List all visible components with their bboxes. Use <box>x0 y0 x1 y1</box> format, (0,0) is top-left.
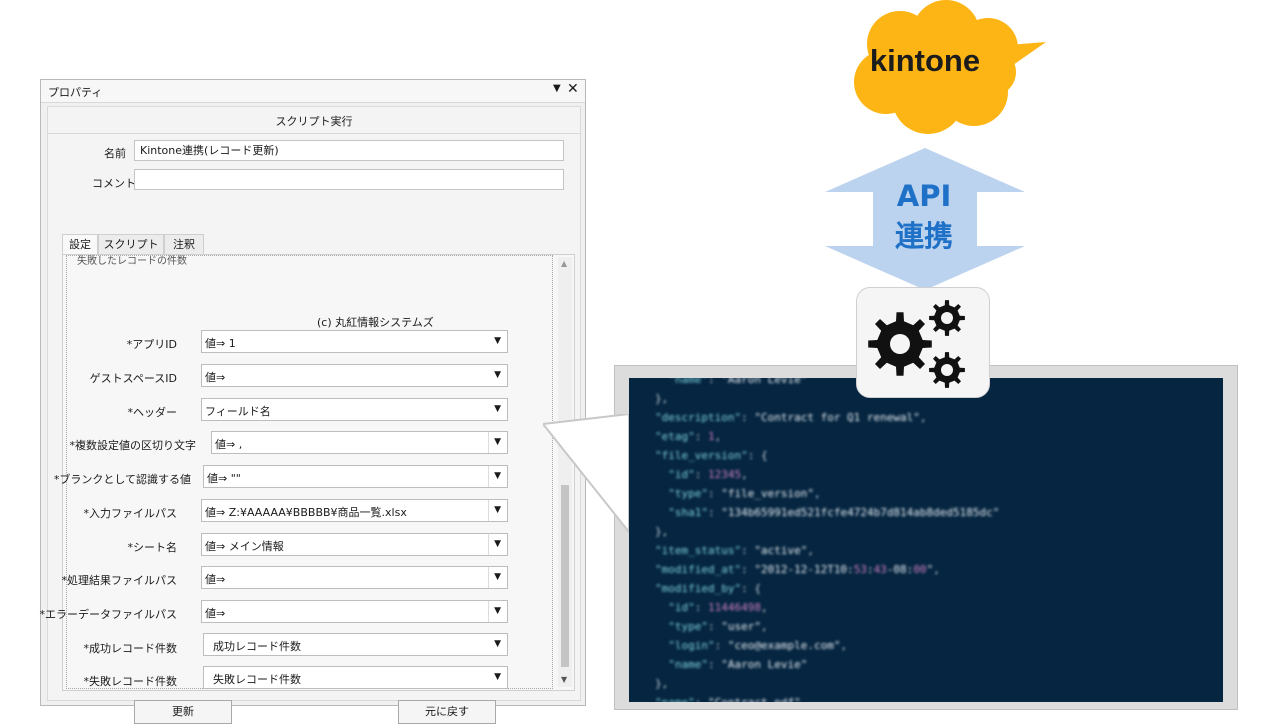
scroll-up-icon[interactable]: ▲ <box>561 259 567 268</box>
param-sheet-name-select[interactable]: 値⇒ メイン情報 ▼ <box>201 533 508 556</box>
chevron-down-icon: ▼ <box>494 336 501 346</box>
gears-icon <box>868 300 965 388</box>
code-lines: "name": "Aaron Levie" }, "description": … <box>655 378 1000 702</box>
title-bar: プロパティ ▼ ✕ <box>41 80 585 103</box>
param-label-failure-count: *失敗レコード件数 <box>83 675 178 688</box>
gear-hole <box>890 334 910 354</box>
comment-field[interactable] <box>134 169 564 190</box>
parameter-group: 失敗したレコードの件数 (c) 丸紅情報システムズ *アプリID 値⇒ 1 ▼ … <box>40 255 553 689</box>
section-title: スクリプト実行 <box>275 115 353 128</box>
update-button[interactable]: 更新 <box>134 700 232 724</box>
chevron-down-icon: ▼ <box>494 539 501 549</box>
revert-button[interactable]: 元に戻す <box>398 700 496 724</box>
param-label-guest-space-id: ゲストスペースID <box>89 372 177 385</box>
copyright-text: (c) 丸紅情報システムズ <box>317 316 434 329</box>
chevron-down-icon: ▼ <box>494 572 501 582</box>
param-value: 値⇒ "" <box>207 472 241 485</box>
api-label: API 連携 <box>860 176 988 256</box>
chevron-down-icon: ▼ <box>494 672 501 682</box>
chevron-down-icon: ▼ <box>494 505 501 515</box>
param-label-delimiter: *複数設定値の区切り文字 <box>69 439 197 452</box>
tab-script[interactable]: スクリプト <box>98 234 164 254</box>
param-value: 値⇒ 1 <box>205 337 236 350</box>
param-value: 成功レコード件数 <box>213 640 301 653</box>
dropdown-icon[interactable]: ▼ <box>553 83 561 94</box>
param-value: 値⇒ <box>205 371 226 384</box>
settings-panel: 失敗したレコードの件数 (c) 丸紅情報システムズ *アプリID 値⇒ 1 ▼ … <box>40 254 575 691</box>
param-input-path-select[interactable]: 値⇒ Z:¥AAAAA¥BBBBB¥商品一覧.xlsx ▼ <box>201 499 508 522</box>
chevron-down-icon: ▼ <box>494 606 501 616</box>
param-result-path-select[interactable]: 値⇒ ▼ <box>201 566 508 589</box>
param-label-error-path: *エラーデータファイルパス <box>39 608 178 621</box>
chevron-down-icon: ▼ <box>494 639 501 649</box>
callout-pointer <box>543 414 630 534</box>
json-code-preview: "name": "Aaron Levie" }, "description": … <box>629 378 1223 702</box>
gear-hole <box>941 364 953 376</box>
properties-panel: スクリプト実行 名前 Kintone連携(レコード更新) コメント 設定 スクリ… <box>40 106 581 724</box>
param-label-sheet-name: *シート名 <box>127 541 178 554</box>
tab-notes[interactable]: 注釈 <box>164 234 204 254</box>
param-success-count-select[interactable]: 成功レコード件数 ▼ <box>203 633 508 656</box>
name-label: 名前 <box>104 147 126 160</box>
param-value: 値⇒ , <box>215 438 243 451</box>
param-value: フィールド名 <box>205 405 271 418</box>
param-delimiter-select[interactable]: 値⇒ , ▼ <box>211 431 508 454</box>
param-header-select[interactable]: フィールド名 ▼ <box>201 398 508 421</box>
param-value: 値⇒ メイン情報 <box>205 540 284 553</box>
chevron-down-icon: ▼ <box>494 370 501 380</box>
param-value: 値⇒ <box>205 607 226 620</box>
param-error-path-select[interactable]: 値⇒ ▼ <box>201 600 508 623</box>
param-value: 失敗レコード件数 <box>213 673 301 686</box>
window-title: プロパティ <box>48 86 103 99</box>
name-field[interactable]: Kintone連携(レコード更新) <box>134 140 564 161</box>
param-value: 値⇒ Z:¥AAAAA¥BBBBB¥商品一覧.xlsx <box>205 506 407 519</box>
gear-hole <box>941 312 953 324</box>
close-icon[interactable]: ✕ <box>567 81 579 97</box>
param-value: 値⇒ <box>205 573 226 586</box>
api-label-line1: API <box>896 179 952 213</box>
param-label-blank-value: *ブランクとして認識する値 <box>53 473 191 486</box>
kintone-label: kintone <box>869 43 981 78</box>
properties-window: プロパティ ▼ ✕ スクリプト実行 名前 Kintone連携(レコード更新) コ… <box>40 79 586 724</box>
param-label-result-path: *処理結果ファイルパス <box>61 574 178 587</box>
param-label-success-count: *成功レコード件数 <box>83 642 178 655</box>
section-header: スクリプト実行 <box>48 107 580 134</box>
param-app-id-select[interactable]: 値⇒ 1 ▼ <box>201 330 508 353</box>
param-failure-count-select[interactable]: 失敗レコード件数 ▼ <box>203 666 508 689</box>
chevron-down-icon: ▼ <box>494 404 501 414</box>
param-label-header: *ヘッダー <box>127 406 178 419</box>
scroll-down-icon[interactable]: ▼ <box>561 675 567 684</box>
cutoff-label: 失敗したレコードの件数 <box>77 256 187 267</box>
param-guest-space-id-select[interactable]: 値⇒ ▼ <box>201 364 508 387</box>
param-label-input-path: *入力ファイルパス <box>83 507 178 520</box>
param-label-app-id: *アプリID <box>126 338 177 351</box>
chevron-down-icon: ▼ <box>494 471 501 481</box>
chevron-down-icon: ▼ <box>494 437 501 447</box>
param-blank-value-select[interactable]: 値⇒ "" ▼ <box>203 465 508 488</box>
script-gear-box <box>856 287 990 398</box>
api-label-line2: 連携 <box>894 219 953 253</box>
comment-label: コメント <box>92 177 136 190</box>
